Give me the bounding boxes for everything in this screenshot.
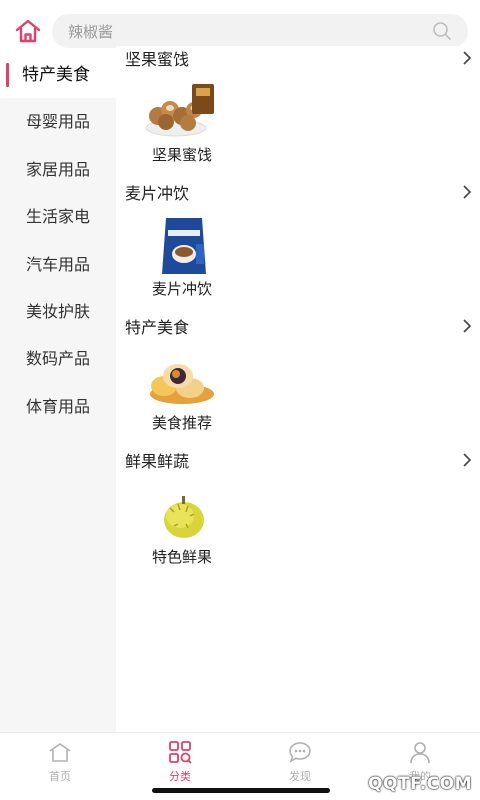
watermark: QQTF.COM xyxy=(368,774,472,794)
sidebar-item-label: 汽车用品 xyxy=(25,255,90,274)
category-section: 坚果蜜饯 坚果蜜饯 xyxy=(116,46,480,180)
section-title: 鲜果鲜蔬 xyxy=(125,452,190,471)
category-content: 坚果蜜饯 坚果蜜饯 麦片冲饮 麦片冲饮 特产美食 美食推荐 鲜果鲜蔬 特色鲜果 xyxy=(116,46,480,732)
user-icon xyxy=(410,742,430,764)
category-section: 鲜果鲜蔬 特色鲜果 xyxy=(116,448,480,582)
sidebar-item-label: 美妆护肤 xyxy=(25,302,90,321)
sidebar-item-label: 生活家电 xyxy=(25,207,90,226)
sidebar-item-auto[interactable]: 汽车用品 xyxy=(0,242,116,288)
pastry-image[interactable] xyxy=(144,348,220,412)
tab-home[interactable]: 首页 xyxy=(0,739,120,789)
section-header[interactable]: 麦片冲饮 xyxy=(125,180,473,204)
nuts-image[interactable] xyxy=(144,80,220,144)
item-label[interactable]: 美食推荐 xyxy=(125,412,239,433)
home-indicator[interactable] xyxy=(152,788,330,793)
category-icon xyxy=(169,741,192,764)
section-header[interactable]: 鲜果鲜蔬 xyxy=(125,448,473,472)
tab-label: 首页 xyxy=(49,770,71,783)
section-header[interactable]: 特产美食 xyxy=(125,314,473,338)
sidebar-item-label: 特产美食 xyxy=(22,65,90,85)
sidebar-item-label: 母婴用品 xyxy=(25,112,90,131)
sidebar-item-appliances[interactable]: 生活家电 xyxy=(0,194,116,240)
item-label[interactable]: 麦片冲饮 xyxy=(125,278,239,299)
sidebar-item-specialty-food[interactable]: 特产美食 xyxy=(0,52,116,98)
chevron-right-icon xyxy=(461,318,473,334)
home-icon[interactable] xyxy=(14,18,42,44)
tab-label: 分类 xyxy=(169,770,191,783)
search-input[interactable]: 辣椒酱 xyxy=(52,14,468,48)
category-sidebar: 特产美食 母婴用品 家居用品 生活家电 汽车用品 美妆护肤 数码产品 体育用品 xyxy=(0,52,116,732)
sidebar-item-label: 体育用品 xyxy=(25,397,90,416)
sidebar-item-baby[interactable]: 母婴用品 xyxy=(0,99,116,145)
tab-label: 发现 xyxy=(289,770,311,783)
section-title: 特产美食 xyxy=(125,318,190,337)
search-icon[interactable] xyxy=(432,21,452,41)
category-section: 麦片冲饮 麦片冲饮 xyxy=(116,180,480,314)
section-title: 麦片冲饮 xyxy=(125,184,190,203)
category-section: 特产美食 美食推荐 xyxy=(116,314,480,448)
coffee-pack-image[interactable] xyxy=(144,214,220,278)
sidebar-item-beauty[interactable]: 美妆护肤 xyxy=(0,289,116,335)
item-label[interactable]: 特色鲜果 xyxy=(125,546,239,567)
durian-image[interactable] xyxy=(144,482,220,546)
tab-discover[interactable]: 发现 xyxy=(240,739,360,789)
tab-category[interactable]: 分类 xyxy=(120,739,240,789)
section-header[interactable]: 坚果蜜饯 xyxy=(125,46,473,70)
chevron-right-icon xyxy=(461,452,473,468)
active-indicator xyxy=(6,63,9,87)
chat-bubble-icon xyxy=(289,742,311,763)
sidebar-item-digital[interactable]: 数码产品 xyxy=(0,336,116,382)
sidebar-item-home[interactable]: 家居用品 xyxy=(0,147,116,193)
sidebar-item-label: 数码产品 xyxy=(25,349,90,368)
chevron-right-icon xyxy=(461,184,473,200)
item-label[interactable]: 坚果蜜饯 xyxy=(125,144,239,165)
search-placeholder: 辣椒酱 xyxy=(68,23,114,41)
sidebar-item-label: 家居用品 xyxy=(25,160,90,179)
section-title: 坚果蜜饯 xyxy=(125,50,190,69)
sidebar-item-sports[interactable]: 体育用品 xyxy=(0,384,116,430)
chevron-right-icon xyxy=(461,50,473,66)
home-icon xyxy=(49,743,71,762)
